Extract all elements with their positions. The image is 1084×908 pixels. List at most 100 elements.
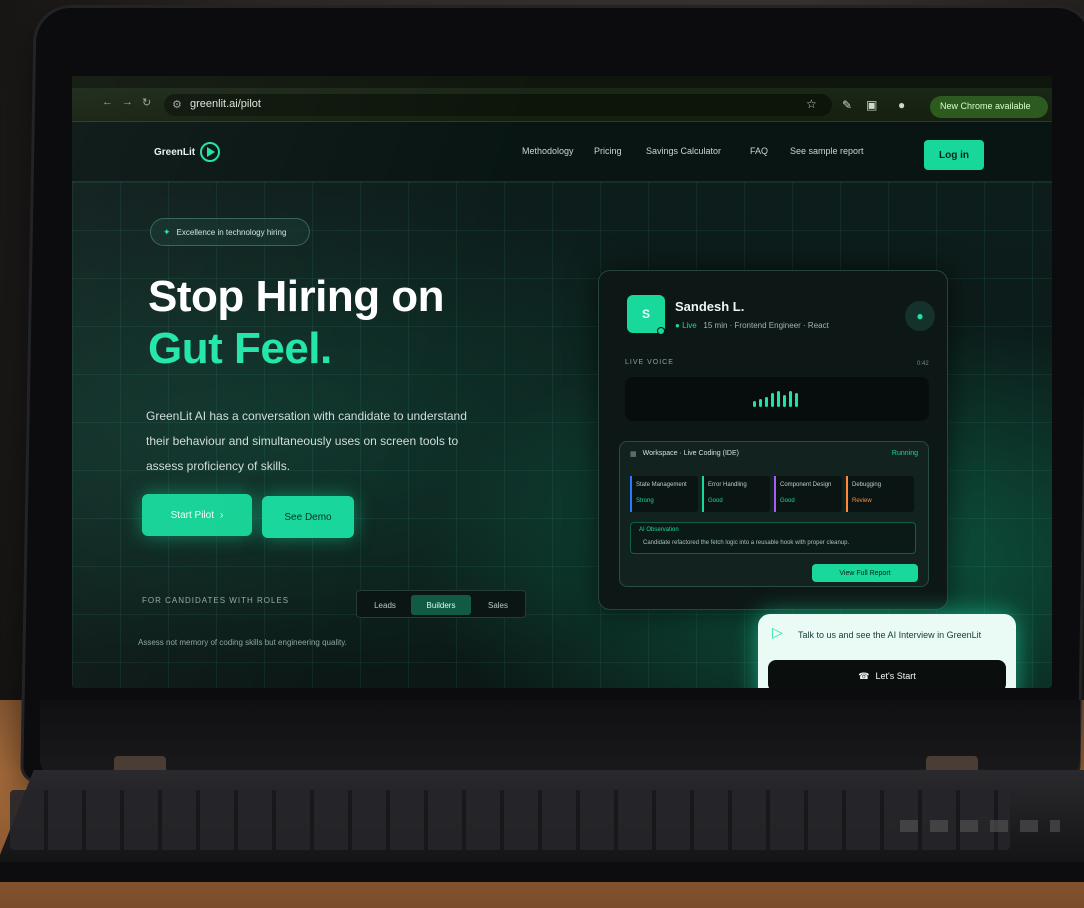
ide-title: ▦ Workspace · Live Coding (IDE) bbox=[630, 450, 739, 458]
waveform-bar bbox=[783, 395, 786, 407]
waveform-bar bbox=[789, 391, 792, 407]
laptop-keyboard bbox=[10, 790, 1010, 850]
metric-color-bar bbox=[846, 476, 848, 512]
waveform-bar bbox=[759, 399, 762, 407]
metric-card: State Management Strong bbox=[630, 476, 698, 512]
metric-color-bar bbox=[702, 476, 704, 512]
ide-status: Running bbox=[891, 450, 918, 457]
nav-link-faq[interactable]: FAQ bbox=[750, 146, 768, 156]
waveform-bar bbox=[765, 397, 768, 407]
hero-badge: ✦ Excellence in technology hiring bbox=[150, 218, 310, 246]
site-logo[interactable]: GreenLit bbox=[154, 138, 221, 166]
forward-icon[interactable]: → bbox=[122, 96, 133, 108]
chat-popup-text: Talk to us and see the AI Interview in G… bbox=[798, 630, 982, 640]
live-status-text: Live bbox=[682, 321, 697, 330]
back-icon[interactable]: ← bbox=[102, 96, 113, 108]
login-button[interactable]: Log in bbox=[924, 140, 984, 170]
start-pilot-button[interactable]: Start Pilot › bbox=[142, 494, 252, 536]
profile-avatar-icon[interactable]: ● bbox=[898, 98, 905, 112]
live-voice-timer: 0:42 bbox=[917, 361, 929, 367]
roles-footnote: Assess not memory of coding skills but e… bbox=[138, 638, 347, 647]
interview-preview-card: S Sandesh L. ● Live 15 min · Frontend En… bbox=[598, 270, 948, 610]
waveform-bar bbox=[795, 393, 798, 407]
laptop-bezel-bottom bbox=[40, 700, 1080, 778]
chevron-right-icon: › bbox=[220, 509, 224, 521]
extension-pen-icon[interactable]: ✎ bbox=[842, 98, 852, 112]
metric-card: Error Handling Good bbox=[702, 476, 770, 512]
ai-observation-box: AI Observation Candidate refactored the … bbox=[630, 522, 916, 554]
metric-label: Debugging bbox=[852, 482, 882, 488]
candidate-name: Sandesh L. bbox=[675, 299, 745, 314]
see-demo-label: See Demo bbox=[284, 511, 332, 523]
sparkle-icon: ✦ bbox=[163, 226, 171, 237]
metric-color-bar bbox=[774, 476, 776, 512]
see-demo-button[interactable]: See Demo bbox=[262, 496, 354, 538]
hero-badge-text: Excellence in technology hiring bbox=[176, 227, 287, 237]
metric-value: Good bbox=[708, 498, 723, 504]
hero-description: GreenLit AI has a conversation with cand… bbox=[146, 409, 467, 473]
logo-play-icon bbox=[200, 142, 221, 162]
lets-start-button[interactable]: ☎ Let's Start bbox=[768, 660, 1006, 688]
logo-text: GreenLit bbox=[154, 146, 196, 158]
waveform-bar bbox=[771, 393, 774, 407]
website-page: GreenLit Methodology Pricing Savings Cal… bbox=[72, 122, 1052, 688]
nav-link-sample-report[interactable]: See sample report bbox=[790, 146, 864, 156]
nav-link-methodology[interactable]: Methodology bbox=[522, 146, 574, 156]
segment-sales-label: Sales bbox=[487, 600, 508, 610]
metric-label: Error Handling bbox=[708, 482, 747, 488]
segment-leads[interactable]: Leads bbox=[361, 595, 409, 615]
role-segmented-control: Leads Builders Sales bbox=[356, 590, 526, 618]
nav-link-savings-calculator[interactable]: Savings Calculator bbox=[646, 146, 721, 156]
metric-label: State Management bbox=[636, 482, 687, 488]
nav-link-pricing[interactable]: Pricing bbox=[594, 146, 622, 156]
browser-update-label: New Chrome available bbox=[940, 101, 1031, 111]
microphone-icon[interactable]: ● bbox=[905, 301, 935, 331]
phone-icon: ☎ bbox=[858, 670, 870, 681]
laptop-ports bbox=[900, 820, 1060, 832]
reload-icon[interactable]: ↻ bbox=[142, 96, 151, 109]
browser-toolbar: ← → ↻ ⚙ greenlit.ai/pilot ☆ ✎ ▣ ● New Ch… bbox=[72, 76, 1052, 122]
live-status: ● Live bbox=[675, 321, 697, 330]
live-voice-label: LIVE VOICE bbox=[625, 359, 674, 366]
site-info-icon[interactable]: ⚙ bbox=[172, 98, 182, 111]
laptop-screen: ← → ↻ ⚙ greenlit.ai/pilot ☆ ✎ ▣ ● New Ch… bbox=[72, 76, 1052, 688]
ai-observation-label: AI Observation bbox=[639, 527, 679, 533]
browser-tabstrip bbox=[72, 76, 1052, 88]
waveform-bar bbox=[777, 391, 780, 407]
metric-card: Component Design Good bbox=[774, 476, 842, 512]
segment-builders-label: Builders bbox=[426, 600, 456, 610]
metric-color-bar bbox=[630, 476, 632, 512]
bookmark-star-icon[interactable]: ☆ bbox=[806, 97, 817, 111]
browser-update-button[interactable]: New Chrome available bbox=[930, 96, 1048, 118]
metric-value: Review bbox=[852, 498, 872, 504]
online-status-dot bbox=[657, 327, 665, 335]
site-navbar: GreenLit Methodology Pricing Savings Cal… bbox=[72, 122, 1052, 182]
candidate-meta-text: 15 min · Frontend Engineer · React bbox=[703, 321, 829, 330]
segment-leads-label: Leads bbox=[374, 600, 396, 610]
start-pilot-label: Start Pilot bbox=[170, 509, 214, 521]
laptop-base-edge bbox=[0, 862, 1084, 882]
code-window-icon: ▦ bbox=[630, 451, 637, 458]
chat-popup: ▷ Talk to us and see the AI Interview in… bbox=[758, 614, 1016, 688]
metric-value: Good bbox=[780, 498, 795, 504]
hero-title-line2: Gut Feel. bbox=[148, 324, 332, 373]
lets-start-label: Let's Start bbox=[875, 671, 916, 681]
metric-value: Strong bbox=[636, 498, 654, 504]
voice-waveform bbox=[625, 377, 929, 421]
candidate-meta: ● Live 15 min · Frontend Engineer · Reac… bbox=[675, 321, 829, 330]
segment-sales[interactable]: Sales bbox=[473, 595, 523, 615]
segment-builders[interactable]: Builders bbox=[411, 595, 471, 615]
play-icon: ▷ bbox=[772, 624, 783, 640]
url-text: greenlit.ai/pilot bbox=[190, 98, 261, 110]
view-report-button[interactable]: View Full Report bbox=[812, 564, 918, 582]
ide-title-text: Workspace · Live Coding (IDE) bbox=[642, 450, 739, 457]
metric-card: Debugging Review bbox=[846, 476, 914, 512]
roles-section-label: FOR CANDIDATES WITH ROLES bbox=[142, 596, 290, 605]
address-bar[interactable]: ⚙ greenlit.ai/pilot ☆ bbox=[164, 94, 832, 116]
extensions-puzzle-icon[interactable]: ▣ bbox=[866, 98, 877, 112]
hero-title-line1: Stop Hiring on bbox=[148, 272, 445, 321]
metric-label: Component Design bbox=[780, 482, 832, 488]
waveform-bar bbox=[753, 401, 756, 407]
ai-observation-text: Candidate refactored the fetch logic int… bbox=[643, 540, 850, 546]
ide-panel: ▦ Workspace · Live Coding (IDE) Running … bbox=[619, 441, 929, 587]
